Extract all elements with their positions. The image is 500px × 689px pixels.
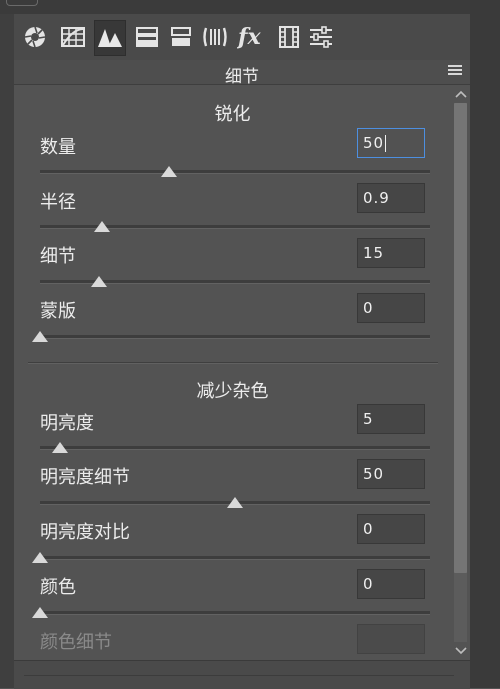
- svg-text:fx: fx: [237, 24, 261, 50]
- luminance-slider-thumb[interactable]: [51, 442, 68, 453]
- scroll-thumb[interactable]: [454, 103, 467, 573]
- window-top-strip: [0, 0, 500, 14]
- panel-title: 细节: [225, 67, 259, 87]
- chevron-up-icon: [454, 90, 467, 98]
- radius-input[interactable]: 0.9: [357, 183, 425, 213]
- scroll-down-button[interactable]: [451, 642, 470, 660]
- vertical-scrollbar[interactable]: [451, 85, 470, 660]
- luminance-label: 明亮度: [40, 413, 94, 434]
- radius-slider-thumb[interactable]: [94, 221, 111, 232]
- panel-menu-icon[interactable]: [448, 65, 462, 77]
- detail-label: 细节: [40, 246, 76, 267]
- luminance-contrast-slider-thumb[interactable]: [32, 552, 48, 563]
- detail-slider-thumb[interactable]: [90, 276, 107, 287]
- luminance-contrast-input[interactable]: 0: [357, 514, 425, 544]
- radius-label: 半径: [40, 192, 76, 213]
- lens-icon: [203, 27, 227, 47]
- luminance-detail-slider-thumb[interactable]: [227, 497, 243, 508]
- section-divider: [28, 362, 438, 363]
- tab-split-toning[interactable]: [166, 22, 196, 52]
- split-toning-icon: [171, 27, 191, 46]
- aperture-icon: [24, 26, 46, 48]
- tab-effects[interactable]: fx: [236, 22, 266, 52]
- amount-slider-thumb[interactable]: [160, 166, 177, 177]
- tab-detail[interactable]: [94, 20, 126, 56]
- luminance-contrast-slider-track[interactable]: [40, 556, 430, 560]
- detail-input[interactable]: 15: [357, 238, 425, 268]
- right-frame: [470, 0, 500, 688]
- masking-slider-track[interactable]: [40, 335, 430, 339]
- amount-input[interactable]: 50: [357, 128, 425, 158]
- color-detail-label: 颜色细节: [40, 632, 112, 653]
- color-label: 颜色: [40, 577, 76, 598]
- amount-label: 数量: [40, 137, 76, 158]
- chevron-down-icon: [454, 647, 467, 655]
- left-frame: [0, 14, 14, 688]
- tab-lens-corrections[interactable]: [200, 22, 230, 52]
- mountain-triangles-icon: [98, 29, 122, 47]
- masking-slider-thumb[interactable]: [32, 331, 48, 342]
- footer-divider: [24, 675, 454, 676]
- tab-presets[interactable]: [306, 22, 336, 52]
- scroll-track[interactable]: [454, 103, 467, 642]
- sharpening-section-title: 锐化: [214, 104, 251, 125]
- luminance-detail-input[interactable]: 50: [357, 459, 425, 489]
- sliders-icon: [310, 26, 332, 48]
- masking-label: 蒙版: [40, 301, 76, 322]
- color-slider-track[interactable]: [40, 611, 430, 615]
- masking-input[interactable]: 0: [357, 293, 425, 323]
- color-slider-thumb[interactable]: [32, 607, 48, 618]
- tab-tone-curve[interactable]: [58, 22, 88, 52]
- color-input[interactable]: 0: [357, 569, 425, 599]
- luminance-input[interactable]: 5: [357, 404, 425, 434]
- window-edge-decoration: [6, 0, 38, 6]
- luminance-contrast-label: 明亮度对比: [40, 522, 130, 543]
- grid-curve-icon: [61, 27, 85, 47]
- fx-icon: fx: [237, 24, 261, 50]
- tab-camera-calibration[interactable]: [274, 22, 304, 52]
- amount-slider-track[interactable]: [40, 170, 430, 174]
- film-strip-icon: [279, 26, 299, 48]
- text-caret: [385, 135, 387, 152]
- luminance-detail-label: 明亮度细节: [40, 467, 130, 488]
- luminance-slider-track[interactable]: [40, 446, 430, 450]
- tab-basic[interactable]: [20, 22, 50, 52]
- noise-reduction-section-title: 减少杂色: [196, 381, 269, 402]
- panel-header: 细节: [14, 60, 470, 87]
- tab-hsl[interactable]: [132, 22, 162, 52]
- color-detail-input: [357, 624, 425, 654]
- scroll-up-button[interactable]: [451, 85, 470, 103]
- panel-footer: [14, 660, 470, 689]
- panel-tab-bar: fx: [14, 14, 470, 61]
- split-bars-icon: [136, 27, 158, 47]
